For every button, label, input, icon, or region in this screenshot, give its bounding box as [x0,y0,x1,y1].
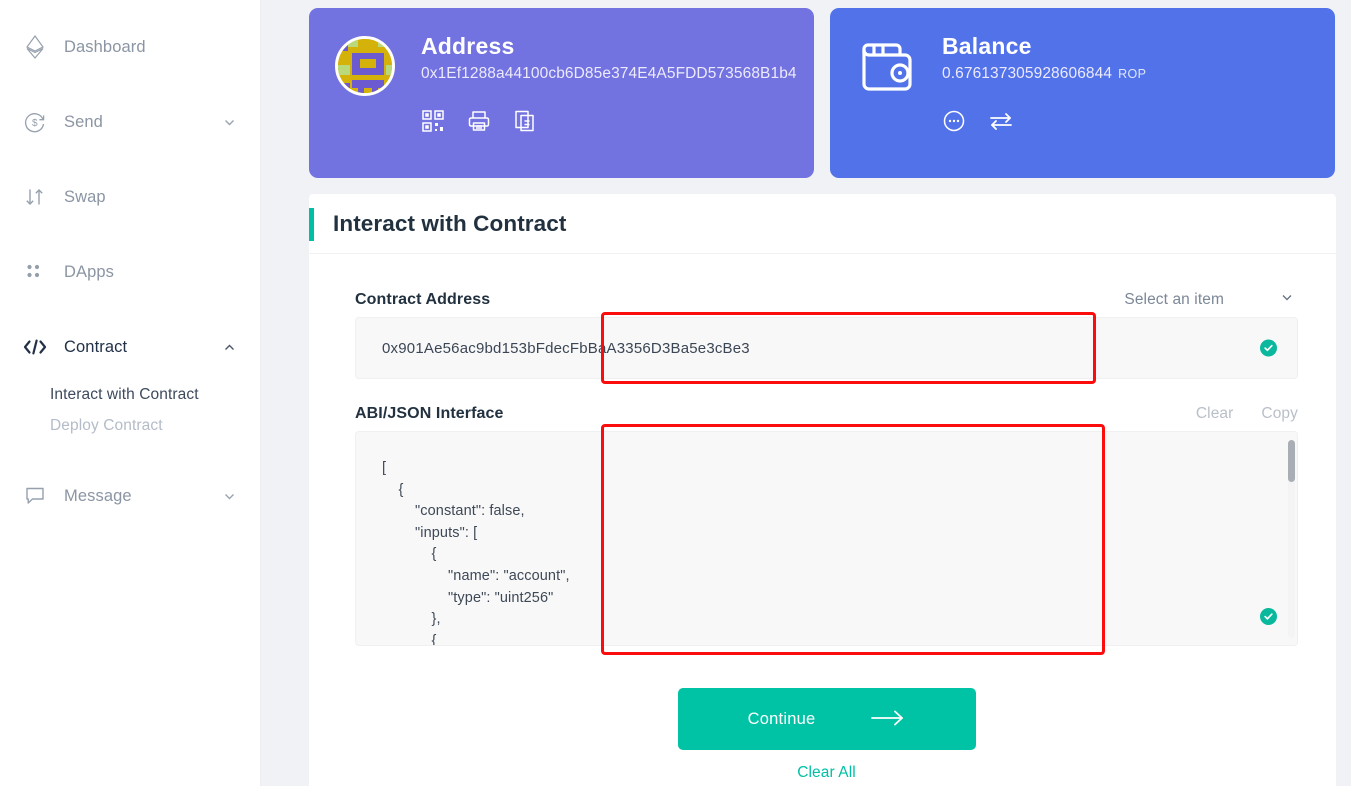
continue-button[interactable]: Continue [677,688,976,750]
abi-section: ABI/JSON Interface Clear Copy [ { "const… [355,405,1298,646]
sidebar-subnav-contract: Interact with Contract Deploy Contract [0,379,260,441]
sidebar-item-label: Swap [64,187,106,206]
valid-check-icon [1260,339,1277,357]
abi-json-field[interactable]: [ { "constant": false, "inputs": [ { "na… [355,431,1298,646]
page-title: Interact with Contract [333,210,567,236]
main-content: Address 0x1Ef1288a44100cb6D85e374E4A5FDD… [261,0,1351,786]
sidebar-item-label: Dashboard [64,37,146,56]
balance-card-body: Balance 0.676137305928606844 ROP [942,32,1146,178]
balance-card-actions [942,109,1146,133]
copy-button[interactable]: Copy [1261,405,1298,423]
summary-cards: Address 0x1Ef1288a44100cb6D85e374E4A5FDD… [309,8,1335,178]
contract-select-dropdown[interactable]: Select an item [1124,290,1298,309]
contract-select-value: Select an item [1124,290,1224,308]
message-bubble-icon [18,485,52,507]
sidebar: Dashboard $ Send Swap DApps Contract Int… [0,0,261,786]
wallet-icon [856,43,918,98]
abi-header-row: ABI/JSON Interface Clear Copy [355,405,1298,423]
panel-footer: Continue Clear All [355,688,1298,782]
exchange-arrows-icon[interactable] [988,109,1014,133]
sidebar-item-send[interactable]: $ Send [0,97,260,147]
balance-value-row: 0.676137305928606844 ROP [942,65,1146,83]
copy-icon[interactable] [513,109,537,133]
sidebar-subitem-interact-with-contract[interactable]: Interact with Contract [50,379,260,410]
contract-address-field[interactable] [355,317,1298,379]
balance-card-title: Balance [942,33,1032,59]
abi-json-textarea[interactable]: [ { "constant": false, "inputs": [ { "na… [356,432,1297,645]
sidebar-item-label: Message [64,486,132,505]
chevron-up-icon[interactable] [223,341,236,354]
arrow-right-icon [871,709,905,730]
chevron-down-icon[interactable] [223,490,236,503]
contract-address-label: Contract Address [355,290,491,308]
panel-header: Interact with Contract [309,194,1336,254]
code-brackets-icon [18,338,52,356]
avatar-wrap [335,32,421,178]
sidebar-item-contract[interactable]: Contract [0,322,260,372]
balance-unit: ROP [1118,67,1147,81]
valid-check-icon [1260,608,1277,625]
clear-all-link[interactable]: Clear All [797,764,856,782]
sidebar-subitem-deploy-contract[interactable]: Deploy Contract [50,410,260,441]
abi-scrollbar-thumb[interactable] [1288,440,1295,482]
chevron-down-icon [1280,290,1294,309]
address-card-actions [421,109,797,133]
chevron-down-icon[interactable] [223,116,236,129]
address-card-title: Address [421,33,515,59]
contract-address-header-row: Contract Address Select an item [355,290,1298,309]
wallet-icon-wrap [856,32,942,178]
abi-actions: Clear Copy [1196,405,1298,423]
sidebar-item-label: Send [64,112,103,131]
ethereum-icon [18,35,52,59]
sidebar-item-dashboard[interactable]: Dashboard [0,22,260,72]
dapps-grid-icon [18,261,52,283]
clear-button[interactable]: Clear [1196,405,1234,423]
svg-text:$: $ [32,118,38,129]
balance-card: Balance 0.676137305928606844 ROP [830,8,1335,178]
qr-code-icon[interactable] [421,109,445,133]
address-value: 0x1Ef1288a44100cb6D85e374E4A5FDD573568B1… [421,65,797,82]
sidebar-item-dapps[interactable]: DApps [0,247,260,297]
sidebar-item-swap[interactable]: Swap [0,172,260,222]
address-card: Address 0x1Ef1288a44100cb6D85e374E4A5FDD… [309,8,814,178]
contract-address-input[interactable] [382,339,1243,357]
abi-label: ABI/JSON Interface [355,405,504,422]
send-circle-icon: $ [18,111,52,133]
continue-button-label: Continue [747,709,816,728]
sidebar-item-label: DApps [64,262,115,281]
more-dots-icon[interactable] [942,109,966,133]
printer-icon[interactable] [467,109,491,133]
sidebar-item-label: Contract [64,337,128,356]
sidebar-item-message[interactable]: Message [0,471,260,521]
avatar [335,36,395,96]
swap-arrows-icon [18,186,52,208]
balance-value: 0.676137305928606844 [942,65,1113,82]
app-root: Dashboard $ Send Swap DApps Contract Int… [0,0,1351,786]
address-card-body: Address 0x1Ef1288a44100cb6D85e374E4A5FDD… [421,32,797,178]
interact-with-contract-panel: Interact with Contract Contract Address … [309,194,1336,786]
abi-scrollbar[interactable] [1288,440,1295,638]
panel-body: Contract Address Select an item 0x901Ae5… [309,254,1336,782]
